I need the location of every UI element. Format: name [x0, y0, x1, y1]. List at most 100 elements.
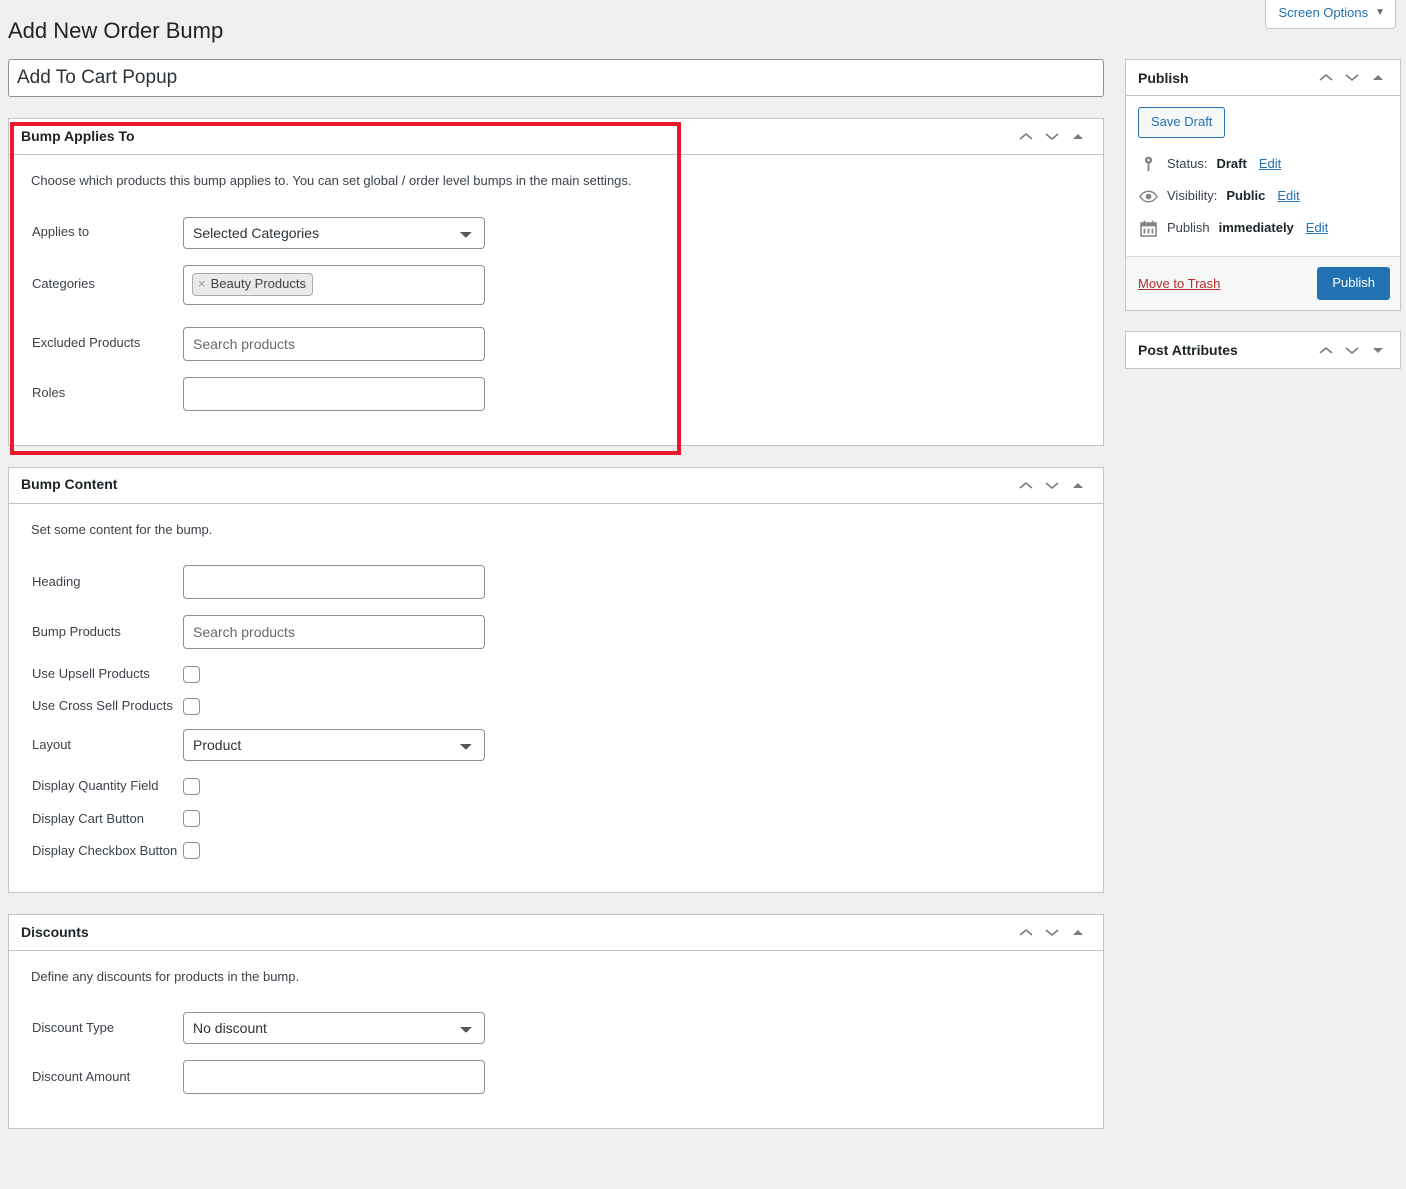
publish-status-lines: Status: Draft Edit Visibility: Public Ed… — [1126, 142, 1400, 256]
post-attributes-header: Post Attributes — [1126, 332, 1400, 368]
screen-options-button[interactable]: Screen Options ▼ — [1265, 0, 1396, 30]
field-discount-type: Discount Type No discount — [29, 1012, 1085, 1045]
visibility-line: Visibility: Public Edit — [1138, 180, 1388, 212]
field-label: Categories — [32, 276, 95, 292]
field-label: Applies to — [32, 224, 90, 240]
field-label: Display Checkbox Button — [32, 842, 178, 858]
field-bump-products: Bump Products — [29, 615, 1085, 649]
field-categories: Categories × Beauty Products — [29, 264, 1085, 305]
metabox-body: Define any discounts for products in the… — [9, 951, 1103, 1129]
discount-type-select[interactable]: No discount — [183, 1012, 485, 1045]
remove-tag-icon[interactable]: × — [198, 275, 206, 293]
field-layout: Layout Product — [29, 729, 1085, 762]
save-draft-button[interactable]: Save Draft — [1138, 107, 1226, 139]
metabox-header: Bump Content — [9, 468, 1103, 504]
status-label: Status: — [1167, 156, 1208, 172]
field-label: Use Upsell Products — [32, 666, 150, 681]
field-use-cross-sell-products: Use Cross Sell Products — [29, 697, 1085, 715]
heading-input[interactable] — [183, 565, 485, 599]
status-edit-link[interactable]: Edit — [1259, 155, 1281, 173]
metabox-controls — [1013, 471, 1091, 499]
field-label: Bump Products — [32, 623, 121, 639]
post-title-input[interactable] — [8, 59, 1104, 97]
triangle-up-icon[interactable] — [1065, 471, 1091, 499]
applies-to-select[interactable]: Selected Categories — [183, 216, 485, 249]
metabox-description: Set some content for the bump. — [31, 521, 213, 537]
chevron-up-icon[interactable] — [1013, 918, 1039, 946]
field-label: Display Quantity Field — [32, 778, 159, 794]
use-cross-sell-products-checkbox[interactable] — [183, 697, 200, 715]
publish-button[interactable]: Publish — [1317, 267, 1390, 301]
field-use-upsell-products: Use Upsell Products — [29, 665, 1085, 683]
chevron-down-icon[interactable] — [1039, 123, 1065, 151]
field-label: Display Cart Button — [32, 810, 144, 826]
publish-date-label: Publish — [1167, 220, 1210, 236]
metabox-body: Choose which products this bump applies … — [9, 155, 1103, 445]
triangle-up-icon[interactable] — [1365, 64, 1391, 92]
visibility-label: Visibility: — [1167, 188, 1218, 204]
chevron-down-icon[interactable] — [1039, 918, 1065, 946]
roles-input[interactable] — [183, 376, 485, 411]
field-roles: Roles — [29, 376, 1085, 411]
eye-icon — [1138, 186, 1158, 206]
metabox-header: Discounts — [9, 915, 1103, 951]
excluded-products-input[interactable] — [183, 326, 485, 361]
metabox-title: Bump Applies To — [21, 127, 135, 144]
tag-chip[interactable]: × Beauty Products — [192, 272, 313, 296]
triangle-down-icon[interactable] — [1365, 336, 1391, 364]
visibility-edit-link[interactable]: Edit — [1277, 187, 1299, 205]
display-quantity-field-checkbox[interactable] — [183, 777, 200, 795]
categories-tag-input[interactable]: × Beauty Products — [183, 264, 485, 305]
field-label: Excluded Products — [32, 335, 141, 351]
publish-box-title: Publish — [1138, 69, 1189, 86]
field-label: Heading — [32, 573, 81, 589]
publish-actions-top: Save Draft — [1126, 96, 1400, 142]
use-upsell-products-checkbox[interactable] — [183, 665, 200, 683]
chevron-up-icon[interactable] — [1013, 471, 1039, 499]
field-label: Use Cross Sell Products — [32, 698, 173, 714]
metabox-body: Set some content for the bump. Heading Bum… — [9, 504, 1103, 892]
post-attributes-controls — [1313, 336, 1391, 364]
metabox-title: Bump Content — [21, 476, 118, 493]
visibility-value: Public — [1226, 188, 1266, 204]
chevron-down-icon[interactable] — [1339, 64, 1365, 92]
field-excluded-products: Excluded Products — [29, 326, 1085, 361]
chevron-up-icon[interactable] — [1013, 123, 1039, 151]
publish-date-edit-link[interactable]: Edit — [1306, 219, 1328, 237]
pin-icon — [1138, 154, 1158, 174]
sidebar: Publish Save Draft Status: Draft Edit Vi… — [1125, 59, 1401, 389]
publish-footer: Move to Trash Publish — [1126, 256, 1400, 311]
calendar-icon — [1138, 218, 1158, 238]
display-checkbox-button-checkbox[interactable] — [183, 842, 200, 860]
publish-box-header: Publish — [1126, 60, 1400, 96]
chevron-up-icon[interactable] — [1313, 64, 1339, 92]
publish-box: Publish Save Draft Status: Draft Edit Vi… — [1125, 59, 1401, 312]
field-display-cart-button: Display Cart Button — [29, 810, 1085, 828]
move-to-trash-link[interactable]: Move to Trash — [1138, 276, 1220, 291]
triangle-up-icon[interactable] — [1065, 918, 1091, 946]
status-line: Status: Draft Edit — [1138, 148, 1388, 180]
layout-select[interactable]: Product — [183, 729, 485, 762]
chevron-down-icon[interactable] — [1339, 336, 1365, 364]
triangle-up-icon[interactable] — [1065, 123, 1091, 151]
field-label: Layout — [32, 737, 72, 753]
metabox-bump-applies-to: Bump Applies To Choose which products thi… — [8, 118, 1104, 446]
post-attributes-title: Post Attributes — [1138, 342, 1238, 359]
display-cart-button-checkbox[interactable] — [183, 810, 200, 828]
discount-amount-input[interactable] — [183, 1060, 485, 1095]
metabox-controls — [1013, 918, 1091, 946]
field-heading: Heading — [29, 565, 1085, 599]
field-display-quantity-field: Display Quantity Field — [29, 777, 1085, 795]
metabox-description: Choose which products this bump applies … — [31, 173, 632, 188]
publish-date-value: immediately — [1218, 220, 1294, 236]
screen-options-label: Screen Options — [1278, 5, 1369, 20]
status-value: Draft — [1216, 156, 1247, 172]
page-title: Add New Order Bump — [8, 18, 224, 43]
chevron-up-icon[interactable] — [1313, 336, 1339, 364]
field-discount-amount: Discount Amount — [29, 1060, 1085, 1095]
caret-down-icon: ▼ — [1375, 7, 1385, 19]
bump-products-input[interactable] — [183, 615, 485, 649]
admin-page: Screen Options ▼ Add New Order Bump Bump… — [0, 0, 1406, 1189]
chevron-down-icon[interactable] — [1039, 471, 1065, 499]
post-attributes-box: Post Attributes — [1125, 331, 1401, 370]
